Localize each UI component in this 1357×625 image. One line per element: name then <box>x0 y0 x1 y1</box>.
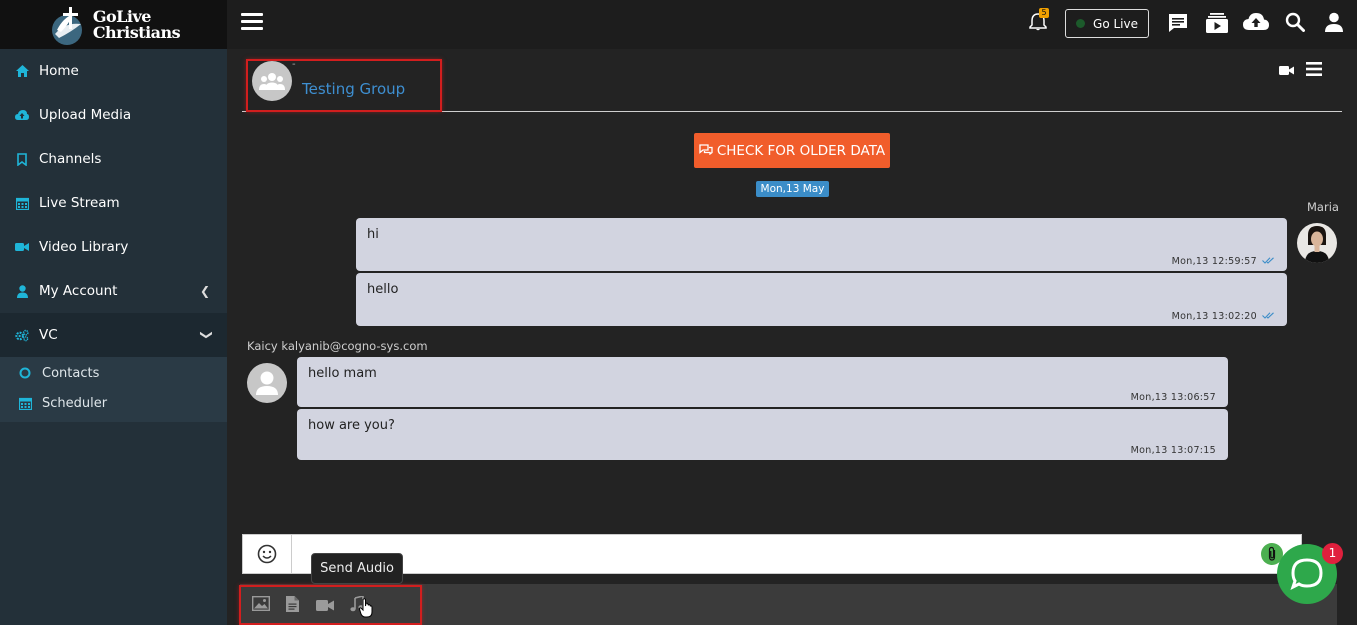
brand-logo[interactable]: GoLive Christians <box>0 0 227 49</box>
send-audio-tooltip: Send Audio <box>311 553 403 584</box>
message-time: Mon,13 13:06:57 <box>1130 392 1216 403</box>
sidebar-item-vc[interactable]: VC ❮ <box>0 313 227 357</box>
sidebar-item-label: Live Stream <box>39 195 120 211</box>
home-icon <box>15 64 29 78</box>
top-navbar: 5 Go Live <box>227 0 1357 49</box>
avatar[interactable] <box>1297 223 1337 263</box>
notification-badge: 5 <box>1039 8 1049 18</box>
video-camera-icon <box>15 240 29 254</box>
sidebar-item-live-stream[interactable]: Live Stream <box>0 181 227 225</box>
cogs-icon <box>15 328 29 342</box>
double-check-icon <box>1262 256 1275 267</box>
bell-icon[interactable]: 5 <box>1028 8 1050 34</box>
video-call-icon[interactable] <box>1279 61 1294 80</box>
message-time: Mon,13 13:07:15 <box>1130 445 1216 456</box>
menu-toggle-icon[interactable] <box>241 13 263 31</box>
sidebar-item-label: Upload Media <box>39 107 132 123</box>
message-bubble[interactable]: how are you? Mon,13 13:07:15 <box>297 409 1228 460</box>
sidebar-subitem-scheduler[interactable]: Scheduler <box>0 388 227 418</box>
bookmark-icon <box>15 152 29 166</box>
message-bubble[interactable]: hello Mon,13 13:02:20 <box>356 273 1287 326</box>
sidebar-item-label: My Account <box>39 283 118 299</box>
go-live-button[interactable]: Go Live <box>1065 9 1149 38</box>
check-older-data-button[interactable]: CHECK FOR OLDER DATA <box>694 133 890 168</box>
sidebar-subitem-contacts[interactable]: Contacts <box>0 358 227 388</box>
sidebar-item-label: Channels <box>39 151 102 167</box>
cloud-upload-icon <box>15 108 29 122</box>
chevron-down-icon: ❮ <box>197 329 212 341</box>
message-timestamp: Mon,13 13:06:57 <box>1131 392 1216 403</box>
sidebar-item-label: Video Library <box>39 239 129 255</box>
dove-cross-icon <box>47 4 89 46</box>
message-timestamp: Mon,13 13:02:20 <box>1172 311 1275 322</box>
chat-icon[interactable] <box>1167 12 1189 34</box>
go-live-label: Go Live <box>1093 16 1138 31</box>
circle-icon <box>18 366 32 380</box>
brand-line-2: Christians <box>92 22 181 42</box>
sidebar-item-home[interactable]: Home <box>0 49 227 93</box>
calendar-icon <box>15 196 29 210</box>
vc-submenu: Contacts Scheduler <box>0 357 227 422</box>
sidebar-item-my-account[interactable]: My Account ❮ <box>0 269 227 313</box>
message-text: hello <box>367 282 399 297</box>
sidebar-item-label: VC <box>39 327 58 343</box>
cloud-upload-icon[interactable] <box>1243 12 1269 34</box>
sidebar-subitem-label: Contacts <box>42 365 100 381</box>
highlight-group-header <box>246 59 442 112</box>
double-check-icon <box>1262 311 1275 322</box>
message-input[interactable] <box>293 535 1253 573</box>
sidebar-item-upload-media[interactable]: Upload Media <box>0 93 227 137</box>
chevron-left-icon: ❮ <box>199 284 210 298</box>
message-text: hi <box>367 227 379 242</box>
calendar-icon <box>18 396 32 410</box>
chat-menu-icon[interactable] <box>1306 61 1322 80</box>
message-bubble[interactable]: hi Mon,13 12:59:57 <box>356 218 1287 271</box>
profile-icon[interactable] <box>1324 12 1346 34</box>
highlight-media-toolbar <box>239 585 422 625</box>
message-text: how are you? <box>308 418 395 433</box>
avatar[interactable] <box>247 363 287 403</box>
user-icon <box>15 284 29 298</box>
search-icon[interactable] <box>1285 12 1307 34</box>
sidebar-item-label: Home <box>39 63 79 79</box>
sidebar: GoLive Christians Home Upload Media Chan… <box>0 0 227 625</box>
incoming-sender-name: Kaicy kalyanib@cogno-sys.com <box>247 339 428 353</box>
date-separator: Mon,13 May <box>756 181 829 197</box>
check-older-data-label: CHECK FOR OLDER DATA <box>716 142 886 159</box>
message-bubble[interactable]: hello mam Mon,13 13:06:57 <box>297 357 1228 407</box>
message-time: Mon,13 12:59:57 <box>1171 256 1257 267</box>
chat-bubble-icon <box>1290 558 1323 590</box>
sidebar-item-video-library[interactable]: Video Library <box>0 225 227 269</box>
message-timestamp: Mon,13 12:59:57 <box>1172 256 1275 267</box>
live-status-dot <box>1076 19 1086 28</box>
message-text: hello mam <box>308 366 377 381</box>
sidebar-subitem-label: Scheduler <box>42 395 108 411</box>
comments-icon <box>699 143 713 159</box>
chat-widget-badge: 1 <box>1322 543 1343 564</box>
chat-panel: - Testing Group CHECK FOR OLDER DATA Mon… <box>227 49 1357 625</box>
brand-wordmark: GoLive Christians <box>92 8 181 42</box>
sidebar-item-channels[interactable]: Channels <box>0 137 227 181</box>
emoji-icon[interactable] <box>243 535 292 573</box>
message-time: Mon,13 13:02:20 <box>1171 311 1257 322</box>
video-subscriptions-icon[interactable] <box>1206 12 1228 34</box>
outgoing-sender-name: Maria <box>1307 200 1339 214</box>
message-timestamp: Mon,13 13:07:15 <box>1131 445 1216 456</box>
